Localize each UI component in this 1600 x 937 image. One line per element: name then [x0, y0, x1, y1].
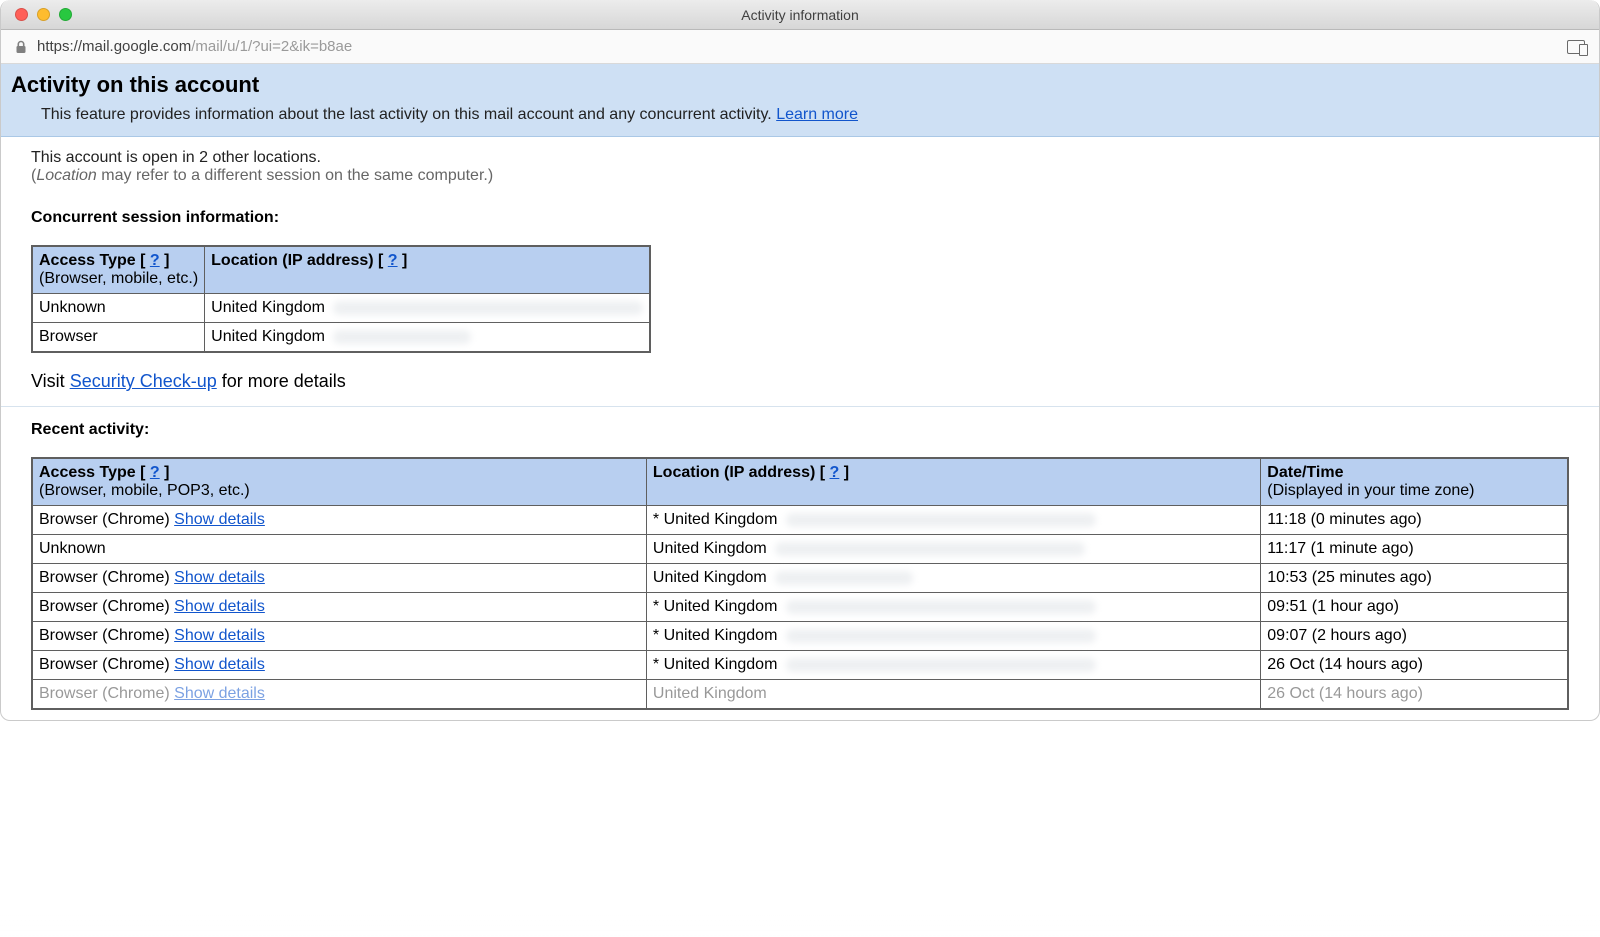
- show-details-link[interactable]: Show details: [174, 685, 265, 702]
- cell-location: United Kingdom: [205, 294, 651, 323]
- recent-activity-table: Access Type [ ? ] (Browser, mobile, POP3…: [31, 457, 1569, 710]
- maximize-window-button[interactable]: [59, 8, 72, 21]
- cell-datetime: 09:07 (2 hours ago): [1261, 622, 1568, 651]
- cell-datetime: 11:17 (1 minute ago): [1261, 535, 1568, 564]
- help-access-type-link[interactable]: ?: [150, 252, 160, 269]
- open-locations-note: (Location may refer to a different sessi…: [31, 167, 1569, 185]
- window-title: Activity information: [1, 7, 1599, 23]
- table-row: Unknown United Kingdom 11:17 (1 minute a…: [32, 535, 1568, 564]
- help-location-link[interactable]: ?: [388, 252, 398, 269]
- redacted-ip: [775, 542, 1085, 556]
- redacted-ip: [786, 629, 1096, 643]
- col-recent-datetime: Date/Time (Displayed in your time zone): [1261, 458, 1568, 506]
- help-recent-location-link[interactable]: ?: [830, 464, 840, 481]
- concurrent-sessions-table: Access Type [ ? ] (Browser, mobile, etc.…: [31, 245, 651, 353]
- open-locations-text: This account is open in 2 other location…: [31, 149, 1569, 167]
- table-row: UnknownUnited Kingdom: [32, 294, 650, 323]
- cell-access-type: Browser (Chrome) Show details: [32, 622, 646, 651]
- table-row: Browser (Chrome) Show details* United Ki…: [32, 593, 1568, 622]
- redacted-ip: [333, 301, 643, 315]
- concurrent-session-heading: Concurrent session information:: [31, 209, 1569, 227]
- cell-access-type: Browser (Chrome) Show details: [32, 564, 646, 593]
- col-access-type: Access Type [ ? ] (Browser, mobile, etc.…: [32, 246, 205, 294]
- responsive-mode-icon[interactable]: [1567, 40, 1585, 54]
- activity-banner: Activity on this account This feature pr…: [1, 64, 1599, 137]
- help-recent-access-link[interactable]: ?: [150, 464, 160, 481]
- redacted-ip: [775, 571, 913, 585]
- url-text[interactable]: https://mail.google.com/mail/u/1/?ui=2&i…: [37, 38, 352, 55]
- col-recent-location: Location (IP address) [ ? ]: [646, 458, 1260, 506]
- cell-location: * United Kingdom: [646, 622, 1260, 651]
- cell-access-type: Unknown: [32, 535, 646, 564]
- table-row: Browser (Chrome) Show details* United Ki…: [32, 622, 1568, 651]
- divider: [1, 406, 1599, 407]
- cell-access-type: Unknown: [32, 294, 205, 323]
- recent-activity-heading: Recent activity:: [31, 421, 1569, 439]
- cell-access-type: Browser: [32, 323, 205, 353]
- table-row: Browser (Chrome) Show detailsUnited King…: [32, 564, 1568, 593]
- minimize-window-button[interactable]: [37, 8, 50, 21]
- cell-datetime: 10:53 (25 minutes ago): [1261, 564, 1568, 593]
- cell-location: * United Kingdom: [646, 506, 1260, 535]
- col-location: Location (IP address) [ ? ]: [205, 246, 651, 294]
- show-details-link[interactable]: Show details: [174, 569, 265, 586]
- cell-location: United Kingdom: [646, 564, 1260, 593]
- table-row: Browser (Chrome) Show detailsUnited King…: [32, 680, 1568, 710]
- cell-location: * United Kingdom: [646, 651, 1260, 680]
- learn-more-link[interactable]: Learn more: [776, 106, 858, 123]
- cell-datetime: 11:18 (0 minutes ago): [1261, 506, 1568, 535]
- close-window-button[interactable]: [15, 8, 28, 21]
- url-bar: https://mail.google.com/mail/u/1/?ui=2&i…: [1, 30, 1599, 64]
- cell-access-type: Browser (Chrome) Show details: [32, 680, 646, 710]
- table-row: BrowserUnited Kingdom: [32, 323, 650, 353]
- table-row: Browser (Chrome) Show details* United Ki…: [32, 651, 1568, 680]
- page-heading: Activity on this account: [11, 72, 1589, 98]
- banner-description: This feature provides information about …: [41, 106, 772, 123]
- cell-access-type: Browser (Chrome) Show details: [32, 506, 646, 535]
- show-details-link[interactable]: Show details: [174, 598, 265, 615]
- lock-icon: [15, 40, 27, 54]
- cell-location: * United Kingdom: [646, 593, 1260, 622]
- redacted-ip: [333, 330, 471, 344]
- cell-datetime: 09:51 (1 hour ago): [1261, 593, 1568, 622]
- redacted-ip: [786, 658, 1096, 672]
- show-details-link[interactable]: Show details: [174, 627, 265, 644]
- col-recent-access-type: Access Type [ ? ] (Browser, mobile, POP3…: [32, 458, 646, 506]
- redacted-ip: [786, 600, 1096, 614]
- cell-location: United Kingdom: [205, 323, 651, 353]
- table-row: Browser (Chrome) Show details* United Ki…: [32, 506, 1568, 535]
- cell-location: United Kingdom: [646, 535, 1260, 564]
- cell-access-type: Browser (Chrome) Show details: [32, 651, 646, 680]
- redacted-ip: [786, 513, 1096, 527]
- cell-access-type: Browser (Chrome) Show details: [32, 593, 646, 622]
- show-details-link[interactable]: Show details: [174, 511, 265, 528]
- show-details-link[interactable]: Show details: [174, 656, 265, 673]
- cell-datetime: 26 Oct (14 hours ago): [1261, 680, 1568, 710]
- cell-location: United Kingdom: [646, 680, 1260, 710]
- security-checkup-link[interactable]: Security Check-up: [70, 371, 217, 391]
- security-checkup-line: Visit Security Check-up for more details: [31, 371, 1569, 392]
- cell-datetime: 26 Oct (14 hours ago): [1261, 651, 1568, 680]
- title-bar: Activity information: [1, 0, 1599, 30]
